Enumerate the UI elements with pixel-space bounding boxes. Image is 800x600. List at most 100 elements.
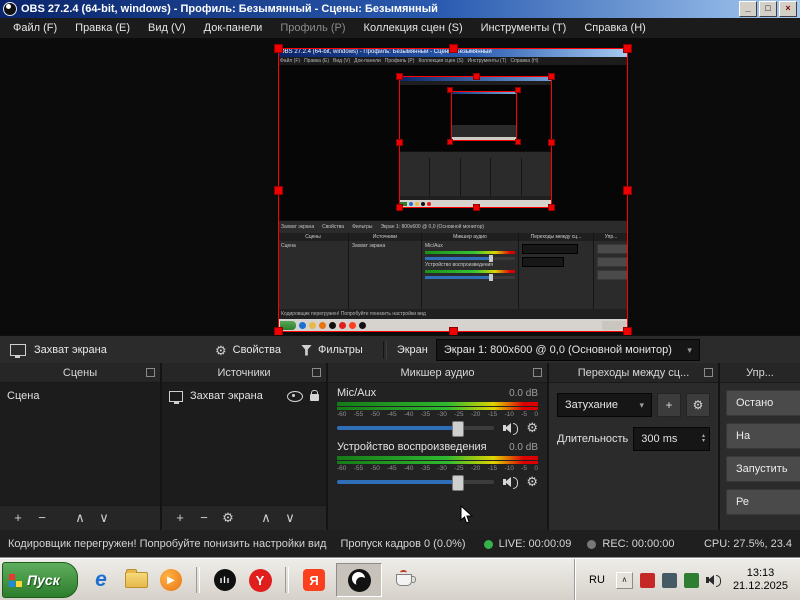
menu-file[interactable]: Файл (F) — [4, 18, 66, 38]
volume-slider[interactable] — [337, 426, 494, 430]
menu-docks[interactable]: Док-панели — [195, 18, 272, 38]
resize-handle[interactable] — [623, 44, 632, 53]
volume-slider[interactable] — [337, 480, 494, 484]
yandex-ya-icon[interactable]: Я — [301, 567, 327, 593]
menu-scene-collection[interactable]: Коллекция сцен (S) — [355, 18, 472, 38]
dock-float-icon[interactable] — [704, 368, 713, 377]
minimize-button[interactable]: _ — [739, 1, 757, 17]
taskbar-clock[interactable]: 13:13 21.12.2025 — [727, 567, 794, 593]
preview-canvas[interactable]: OBS 27.2.4 (64-bit, windows) - Профиль: … — [0, 38, 800, 335]
screen-select[interactable]: Экран 1: 800x600 @ 0,0 (Основной монитор… — [436, 339, 700, 361]
mini-docks: Сцены Сцена Источники Захват экрана Микш… — [278, 233, 628, 309]
db-tick: -50 — [371, 411, 380, 418]
black-circle-app-icon[interactable]: ılı — [212, 567, 238, 593]
scene-down-button[interactable]: ∨ — [92, 507, 116, 529]
transition-settings-button[interactable]: ⚙ — [686, 393, 710, 417]
maximize-button[interactable]: □ — [759, 1, 777, 17]
obs-taskbar-button[interactable] — [336, 563, 382, 597]
menu-profile[interactable]: Профиль (P) — [271, 18, 354, 38]
scene-up-button[interactable]: ∧ — [68, 507, 92, 529]
dock-float-icon[interactable] — [533, 368, 542, 377]
add-transition-button[interactable]: + — [657, 393, 681, 417]
java-icon[interactable] — [391, 567, 417, 593]
mute-speaker-icon[interactable] — [503, 422, 517, 434]
resize-handle[interactable] — [274, 186, 283, 195]
media-player-icon[interactable]: ▶ — [158, 567, 184, 593]
db-tick: -55 — [354, 465, 363, 472]
close-button[interactable]: × — [779, 1, 797, 17]
resize-handle[interactable] — [449, 44, 458, 53]
dock-sources-header[interactable]: Источники — [162, 363, 326, 383]
display-icon — [169, 391, 183, 402]
channel-settings-gear-icon[interactable]: ⚙ — [526, 421, 538, 434]
menu-tools[interactable]: Инструменты (T) — [472, 18, 576, 38]
dock-controls-header[interactable]: Упр... — [720, 363, 800, 383]
start-button[interactable]: Пуск — [2, 562, 78, 598]
resize-handle[interactable] — [623, 327, 632, 335]
resize-handle[interactable] — [623, 186, 632, 195]
menu-edit[interactable]: Правка (E) — [66, 18, 139, 38]
dock-mixer-header[interactable]: Микшер аудио — [328, 363, 547, 383]
resize-handle[interactable] — [274, 44, 283, 53]
studio-mode-button[interactable]: Ре — [726, 489, 800, 515]
scenes-toolbar: + − ∧ ∨ — [0, 505, 160, 530]
channel-name: Устройство воспроизведения — [337, 441, 487, 453]
resize-handle[interactable] — [449, 327, 458, 335]
db-tick: -60 — [337, 465, 346, 472]
title-bar: OBS 27.2.4 (64-bit, windows) - Профиль: … — [0, 0, 800, 18]
menu-view[interactable]: Вид (V) — [139, 18, 195, 38]
volume-meter — [337, 407, 538, 410]
scene-item[interactable]: Сцена — [0, 386, 160, 406]
slider-knob[interactable] — [452, 475, 464, 491]
tray-icon-red[interactable] — [640, 573, 655, 588]
mixer-channel-mic: Mic/Aux 0.0 dB -60-55-50-45-40-35-30-25-… — [337, 387, 538, 434]
duration-spinbox[interactable]: 300 ms ▴▾ — [633, 427, 710, 451]
preview-recursion-level-3 — [451, 91, 517, 141]
menu-help[interactable]: Справка (H) — [575, 18, 654, 38]
properties-button[interactable]: ⚙ Свойства — [205, 342, 291, 359]
source-up-button[interactable]: ∧ — [254, 507, 278, 529]
folder-icon[interactable] — [123, 567, 149, 593]
virtual-camera-button[interactable]: Запустить — [726, 456, 800, 482]
resize-handle[interactable] — [274, 327, 283, 335]
windows-flag-icon — [9, 574, 22, 587]
mini-menu-item: Файл (F) — [280, 57, 300, 65]
selected-source-bounds[interactable]: OBS 27.2.4 (64-bit, windows) - Профиль: … — [278, 48, 628, 332]
separator — [383, 341, 387, 359]
internet-explorer-icon[interactable]: e — [88, 567, 114, 593]
tray-expand-icon[interactable]: ∧ — [616, 572, 633, 589]
add-scene-button[interactable]: + — [6, 507, 30, 529]
dock-transitions-header[interactable]: Переходы между сц... — [549, 363, 718, 383]
dock-scenes-header[interactable]: Сцены — [0, 363, 160, 383]
visibility-eye-icon[interactable] — [287, 391, 303, 402]
obs-logo-icon — [348, 569, 371, 592]
dock-float-icon[interactable] — [312, 368, 321, 377]
remove-source-button[interactable]: − — [192, 507, 216, 529]
channel-settings-gear-icon[interactable]: ⚙ — [526, 475, 538, 488]
screen-label: Экран — [397, 344, 428, 356]
filters-button[interactable]: Фильтры — [291, 342, 373, 358]
tray-icon-green[interactable] — [684, 573, 699, 588]
yandex-browser-icon[interactable]: Y — [247, 567, 273, 593]
volume-icon[interactable] — [706, 574, 720, 586]
dock-float-icon[interactable] — [146, 368, 155, 377]
slider-knob[interactable] — [452, 421, 464, 437]
db-scale: -60-55-50-45-40-35-30-25-20-15-10-50 — [337, 465, 538, 472]
mixer-body: Mic/Aux 0.0 dB -60-55-50-45-40-35-30-25-… — [328, 383, 547, 530]
preview-recursion-level-2 — [399, 76, 552, 208]
source-item[interactable]: Захват экрана — [162, 386, 326, 406]
language-indicator[interactable]: RU — [585, 572, 609, 588]
sources-list: Захват экрана — [162, 383, 326, 505]
spinner-arrows-icon[interactable]: ▴▾ — [702, 434, 705, 444]
transitions-body: Затухание ▾ + ⚙ Длительность 300 ms ▴▾ — [549, 383, 718, 530]
remove-scene-button[interactable]: − — [30, 507, 54, 529]
lock-icon[interactable] — [310, 394, 319, 401]
mute-speaker-icon[interactable] — [503, 476, 517, 488]
source-down-button[interactable]: ∨ — [278, 507, 302, 529]
tray-icon-gray[interactable] — [662, 573, 677, 588]
transition-select[interactable]: Затухание ▾ — [557, 393, 652, 417]
add-source-button[interactable]: + — [168, 507, 192, 529]
start-recording-button[interactable]: На — [726, 423, 800, 449]
source-properties-button[interactable]: ⚙ — [216, 507, 240, 529]
stop-streaming-button[interactable]: Остано — [726, 390, 800, 416]
